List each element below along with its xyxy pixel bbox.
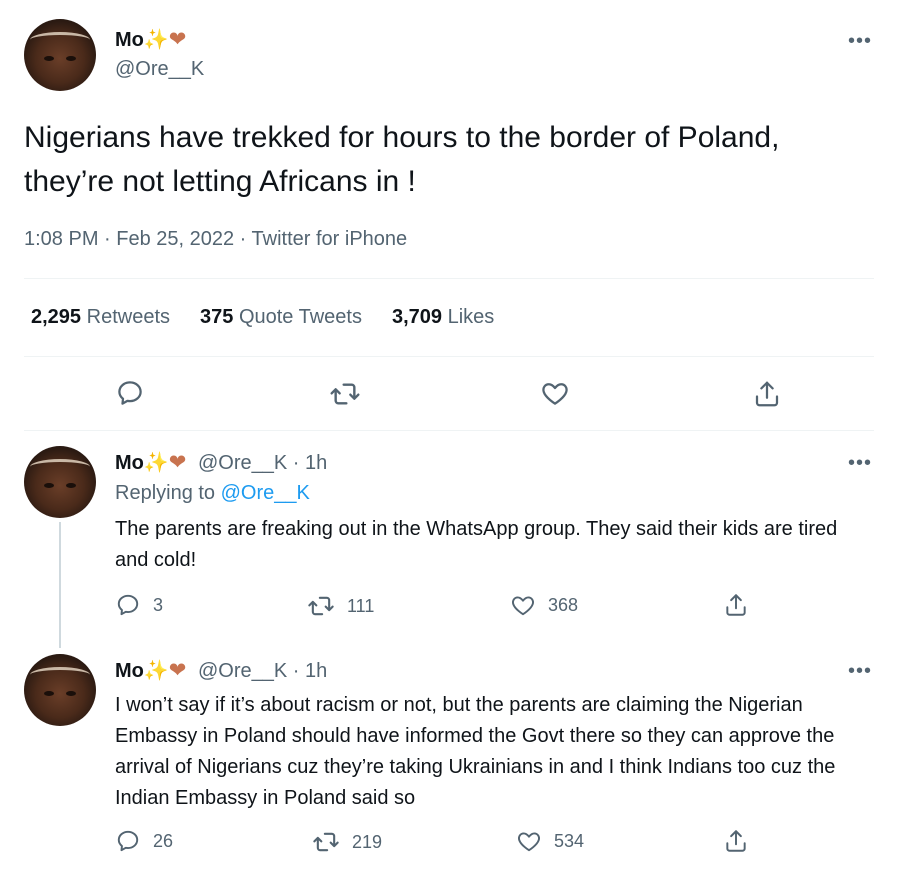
replying-to: Replying to @Ore__K: [115, 482, 310, 504]
reply-header: Mo✨❤ @Ore__K · 1h: [115, 658, 327, 683]
share-icon[interactable]: [723, 591, 749, 619]
more-options-icon[interactable]: •••: [848, 452, 872, 475]
timestamp[interactable]: · 1h: [293, 660, 327, 682]
heart-emoji: ❤: [168, 28, 187, 51]
heart-emoji: ❤: [168, 659, 187, 682]
reply-action[interactable]: 26: [115, 828, 173, 854]
like-icon: [518, 832, 540, 852]
avatar[interactable]: [24, 446, 96, 518]
retweets-stat[interactable]: 2,295 Retweets: [31, 306, 170, 329]
tweet-meta[interactable]: 1:08 PM · Feb 25, 2022 · Twitter for iPh…: [24, 228, 407, 251]
reply-text: The parents are freaking out in the What…: [115, 518, 838, 571]
reply-count: 3: [153, 594, 164, 615]
reply-count: 26: [153, 830, 174, 851]
like-icon: [512, 596, 534, 616]
retweet-icon: [308, 596, 334, 616]
more-options-icon[interactable]: •••: [848, 660, 872, 683]
like-count: 368: [548, 594, 579, 615]
like-action[interactable]: 368: [510, 592, 578, 618]
more-options-icon[interactable]: •••: [848, 30, 872, 53]
replying-to-handle[interactable]: @Ore__K: [221, 482, 310, 504]
timestamp[interactable]: · 1h: [293, 452, 327, 474]
thread-line: [59, 522, 61, 648]
tweet-stats: 2,295 Retweets 375 Quote Tweets 3,709 Li…: [31, 306, 494, 329]
tweet-text: Nigerians have trekked for hours to the …: [24, 121, 780, 198]
avatar[interactable]: [24, 19, 96, 91]
author-name[interactable]: Mo✨: [115, 29, 169, 51]
likes-stat[interactable]: 3,709 Likes: [392, 306, 494, 329]
quote-tweets-stat[interactable]: 375 Quote Tweets: [200, 306, 362, 329]
share-icon[interactable]: [723, 827, 749, 855]
retweet-icon[interactable]: [329, 378, 361, 410]
heart-emoji: ❤: [168, 451, 187, 474]
author-handle[interactable]: @Ore__K: [198, 452, 287, 474]
like-action[interactable]: 534: [516, 828, 584, 854]
retweet-action[interactable]: 219: [312, 828, 382, 856]
author-handle[interactable]: @Ore__K: [115, 58, 204, 81]
author-handle[interactable]: @Ore__K: [198, 660, 287, 682]
author-name[interactable]: Mo✨: [115, 452, 169, 474]
like-count: 534: [554, 830, 585, 851]
reply-icon: [117, 594, 139, 616]
avatar[interactable]: [24, 654, 96, 726]
reply-text: I won’t say if it’s about racism or not,…: [115, 694, 836, 809]
retweet-action[interactable]: 111: [307, 592, 374, 620]
retweet-count: 219: [352, 831, 383, 852]
reply-header: Mo✨❤ @Ore__K · 1h: [115, 450, 327, 475]
reply-icon[interactable]: [115, 378, 145, 408]
share-icon[interactable]: [752, 378, 782, 410]
reply-icon: [117, 830, 139, 852]
retweet-count: 111: [347, 595, 375, 616]
like-icon[interactable]: [540, 378, 570, 408]
author-name[interactable]: Mo✨: [115, 660, 169, 682]
retweet-icon: [313, 832, 339, 852]
author-line: Mo✨❤: [115, 27, 186, 52]
reply-action[interactable]: 3: [115, 592, 163, 618]
